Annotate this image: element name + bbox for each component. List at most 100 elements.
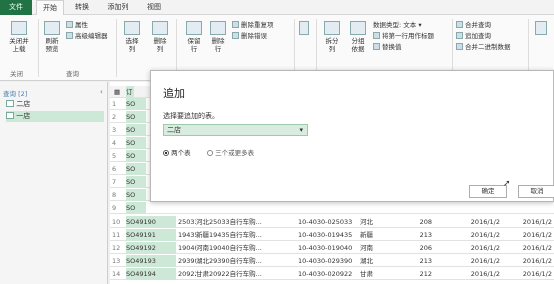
new-source-button[interactable] — [532, 21, 550, 37]
remove-errors-button[interactable]: 删除错误 — [232, 32, 267, 41]
replace-values-button[interactable]: 替换值 — [373, 43, 402, 52]
tab-file[interactable]: 文件 — [0, 0, 32, 15]
mouse-cursor-icon: ➚ — [503, 179, 511, 189]
split-column-icon — [324, 21, 340, 35]
group-by-button[interactable]: 分组依据 — [346, 21, 370, 53]
query-item-store2[interactable]: 二店 — [6, 99, 104, 110]
remove-errors-icon — [232, 32, 239, 39]
cell-g: 2016/1/2 — [470, 270, 500, 278]
replace-values-label: 替换值 — [382, 43, 402, 51]
refresh-label: 刷新预览 — [45, 37, 59, 53]
cell-f: 208 — [419, 218, 432, 226]
ok-button[interactable]: 确定 — [469, 185, 507, 198]
first-row-header-button[interactable]: 将第一行用作标题 — [373, 32, 434, 41]
column-header[interactable]: 订 — [126, 86, 134, 98]
table-row: 14 SO4919420922甘肃20922自行车购... 10-4030-0209… — [110, 268, 554, 280]
sort-ascending-button[interactable] — [297, 21, 311, 37]
cancel-button[interactable]: 取消 — [518, 185, 554, 198]
row-number: 2 — [112, 113, 117, 121]
merge-queries-button[interactable]: 合并查询 — [456, 21, 491, 30]
option-three-tables[interactable]: 三个或更多表 — [207, 147, 254, 157]
cell-e: 新疆 — [360, 231, 373, 239]
cell-a: SO49192 — [126, 242, 176, 254]
remove-duplicates-button[interactable]: 删除重复项 — [232, 21, 274, 30]
row-number: 3 — [112, 126, 117, 134]
refresh-preview-button[interactable]: 刷新预览 — [40, 21, 64, 53]
remove-duplicates-icon — [232, 21, 239, 28]
cell-order: SO — [126, 202, 146, 214]
cell-order: SO — [126, 98, 146, 110]
cell-b: 19040 — [178, 244, 196, 252]
row-number: 1 — [112, 100, 117, 108]
cell-c: 甘肃20922自行车购... — [196, 270, 262, 278]
row-number: 5 — [112, 152, 117, 160]
cell-b: 29390 — [178, 257, 196, 265]
table-row: 12 SO4919219040河南19040自行车购... 10-4030-0190… — [110, 242, 554, 254]
properties-button[interactable]: 属性 — [66, 21, 88, 30]
cell-order: SO — [126, 124, 146, 136]
query-item-store1[interactable]: 一店 — [6, 111, 104, 122]
cell-e: 湖北 — [360, 257, 373, 265]
queries-header: 查询 [2] — [3, 90, 28, 98]
data-type-dropdown[interactable]: 数据类型: 文本 ▾ — [373, 21, 422, 30]
option-two-tables-label: 两个表 — [171, 149, 191, 157]
row-number: 4 — [112, 139, 117, 147]
append-queries-label: 追加查询 — [465, 32, 491, 40]
remove-rows-button[interactable]: 删除行 — [206, 21, 230, 53]
cell-e: 河北 — [360, 218, 373, 226]
cell-b: 19435 — [178, 231, 196, 239]
remove-columns-button[interactable]: 删除列 — [148, 21, 172, 53]
select-all-icon[interactable]: ▦ — [114, 86, 124, 98]
remove-duplicates-label: 删除重复项 — [241, 21, 274, 29]
properties-icon — [66, 21, 73, 28]
advanced-editor-label: 高级编辑器 — [75, 32, 108, 40]
remove-columns-label: 删除列 — [153, 37, 167, 53]
table-row: 10 SO4919025033河北25033自行车购... 10-4030-0250… — [110, 216, 554, 228]
refresh-icon — [44, 21, 60, 35]
choose-columns-label: 选择列 — [125, 37, 139, 53]
close-and-load-label: 关闭并上载 — [9, 37, 29, 53]
group-by-label: 分组依据 — [351, 37, 365, 53]
close-and-load-button[interactable]: 关闭并上载 — [4, 21, 34, 53]
append-dialog: 追加 选择要追加的表。 二店 ▾ 两个表 三个或更多表 确定 取消 ➚ — [150, 70, 554, 202]
merge-binary-button[interactable]: 合并二进制数据 — [456, 43, 511, 52]
cell-d: 10-4030-019040 — [298, 244, 353, 252]
table-row: 13 SO4919329390湖北29390自行车购... 10-4030-0293… — [110, 255, 554, 267]
cell-n: 11 — [112, 231, 121, 239]
table-row: 11 SO4919119435新疆19435自行车购... 10-4030-0194… — [110, 229, 554, 241]
cell-g: 2016/1/2 — [470, 244, 500, 252]
query-item-label: 二店 — [16, 100, 31, 108]
table-row: 9 SO — [110, 202, 554, 214]
append-queries-button[interactable]: 追加查询 — [456, 32, 491, 41]
cell-h: 2016/1/2 — [522, 257, 552, 265]
table-icon — [6, 112, 14, 119]
collapse-pane-icon[interactable]: ‹ — [100, 88, 103, 96]
sort-ascending-icon — [299, 21, 309, 35]
split-column-button[interactable]: 拆分列 — [320, 21, 344, 53]
advanced-editor-button[interactable]: 高级编辑器 — [66, 32, 108, 41]
append-queries-icon — [456, 32, 463, 39]
tab-add-column[interactable]: 添加列 — [100, 0, 136, 15]
merge-queries-icon — [456, 21, 463, 28]
option-three-tables-label: 三个或更多表 — [215, 149, 255, 157]
cell-n: 12 — [112, 244, 121, 252]
cell-a: SO49194 — [126, 268, 176, 280]
cell-order: SO — [126, 189, 146, 201]
tab-home[interactable]: 开始 — [36, 0, 64, 16]
tab-transform[interactable]: 转换 — [68, 0, 96, 15]
table-select-dropdown[interactable]: 二店 ▾ — [163, 124, 308, 136]
cell-order: SO — [126, 150, 146, 162]
cell-b: 20922 — [178, 270, 196, 278]
choose-columns-button[interactable]: 选择列 — [120, 21, 144, 53]
cell-g: 2016/1/2 — [470, 231, 500, 239]
tab-view[interactable]: 视图 — [140, 0, 168, 15]
keep-rows-button[interactable]: 保留行 — [182, 21, 206, 53]
remove-rows-label: 删除行 — [211, 37, 225, 53]
cell-d: 10-4030-029390 — [298, 257, 353, 265]
chevron-down-icon: ▾ — [299, 126, 303, 134]
option-two-tables[interactable]: 两个表 — [163, 147, 191, 157]
remove-errors-label: 删除错误 — [241, 32, 267, 40]
row-number: 7 — [112, 178, 117, 186]
cell-f: 213 — [419, 231, 432, 239]
first-row-header-label: 将第一行用作标题 — [382, 32, 434, 40]
